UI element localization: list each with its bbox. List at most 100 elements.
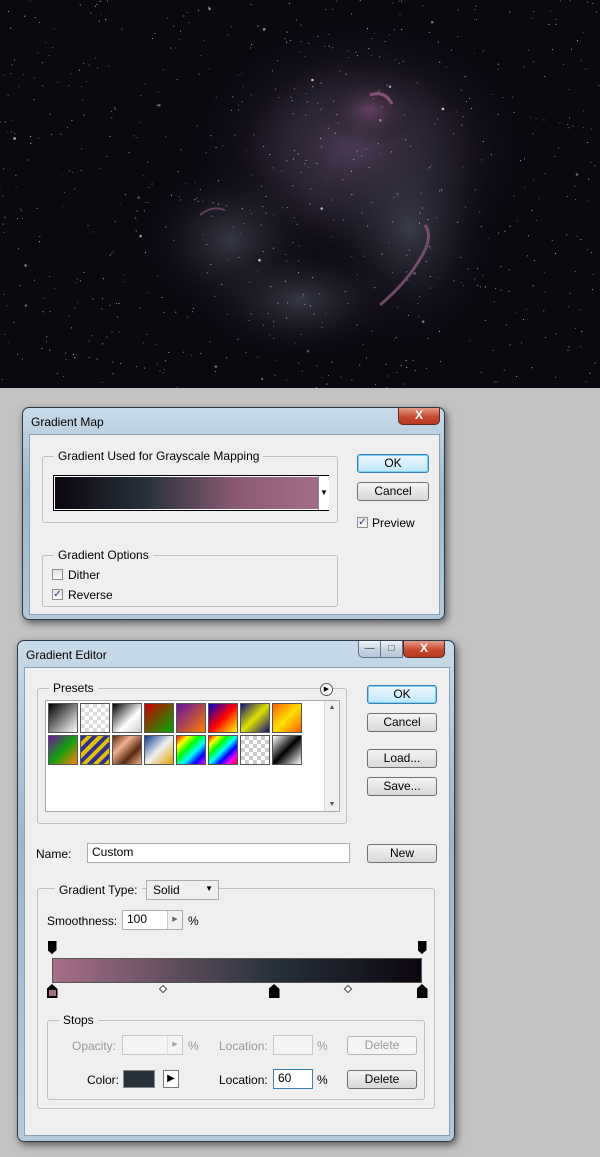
preset-swatch[interactable] — [48, 735, 78, 765]
star — [572, 125, 574, 127]
presets-menu-icon[interactable]: ▶ — [320, 683, 333, 696]
star — [42, 85, 44, 87]
star — [257, 356, 259, 358]
opacity-location-input[interactable] — [273, 1035, 313, 1055]
gradient-bar[interactable] — [52, 958, 422, 983]
midpoint-diamond[interactable] — [158, 984, 168, 994]
star — [554, 376, 557, 378]
preset-swatch[interactable] — [272, 703, 302, 733]
load-button[interactable]: Load... — [367, 749, 437, 768]
gradient-type-select[interactable]: Solid ▼ — [146, 880, 219, 900]
star — [120, 363, 122, 365]
preset-swatch[interactable] — [240, 735, 270, 765]
opacity-stop[interactable] — [47, 941, 57, 954]
gradient-type-value: Solid — [153, 883, 180, 897]
star — [524, 186, 526, 188]
color-stop[interactable] — [416, 984, 428, 998]
star — [351, 379, 353, 381]
smoothness-arrow-icon[interactable]: ▶ — [167, 911, 182, 929]
opacity-arrow-icon[interactable]: ▶ — [167, 1036, 182, 1054]
star — [306, 101, 308, 103]
reverse-checkbox[interactable]: ✓ — [52, 589, 63, 600]
star — [90, 12, 92, 14]
opacity-input[interactable]: ▶ — [122, 1035, 183, 1055]
save-button[interactable]: Save... — [367, 777, 437, 796]
color-menu-icon[interactable]: ▶ — [163, 1070, 179, 1088]
cancel-button[interactable]: Cancel — [367, 713, 437, 732]
star — [374, 287, 376, 289]
star — [368, 48, 370, 50]
midpoint-diamond[interactable] — [343, 984, 353, 994]
preview-checkbox[interactable]: ✓ — [357, 517, 368, 528]
preset-swatch[interactable] — [112, 735, 142, 765]
star — [395, 336, 397, 338]
star — [588, 178, 590, 180]
color-location-percent: % — [317, 1073, 328, 1087]
star — [105, 18, 107, 20]
gradient-preview[interactable] — [53, 475, 329, 511]
ok-button[interactable]: OK — [367, 685, 437, 704]
preset-swatch[interactable] — [80, 703, 110, 733]
nebula-photo — [0, 0, 600, 388]
star — [519, 160, 522, 162]
star — [17, 218, 19, 220]
star — [505, 324, 508, 326]
star — [282, 207, 284, 209]
cancel-button[interactable]: Cancel — [357, 482, 429, 501]
scroll-down-icon[interactable]: ▼ — [325, 801, 339, 808]
preset-swatch[interactable] — [240, 703, 270, 733]
gradient-edit-area — [46, 938, 428, 1004]
star — [469, 97, 471, 99]
star — [406, 254, 408, 256]
preset-swatch[interactable] — [80, 735, 110, 765]
dither-checkbox[interactable] — [52, 569, 63, 580]
close-button[interactable]: X — [403, 641, 445, 658]
preset-swatch[interactable] — [208, 735, 238, 765]
new-button[interactable]: New — [367, 844, 437, 863]
color-delete-button[interactable]: Delete — [347, 1070, 417, 1089]
presets-scrollbar[interactable]: ▲ ▼ — [324, 701, 339, 811]
color-stop[interactable] — [46, 984, 58, 998]
star — [592, 2, 594, 5]
star — [320, 137, 322, 139]
maximize-button[interactable]: □ — [380, 641, 403, 658]
star — [234, 134, 236, 136]
minimize-button[interactable]: — — [358, 641, 381, 658]
color-swatch[interactable] — [123, 1070, 155, 1088]
star — [112, 361, 114, 363]
star — [526, 255, 529, 257]
preset-swatch[interactable] — [176, 703, 206, 733]
name-input[interactable]: Custom — [87, 843, 350, 863]
preset-swatch[interactable] — [144, 735, 174, 765]
star — [113, 251, 115, 253]
ok-button[interactable]: OK — [357, 454, 429, 473]
star — [262, 206, 264, 208]
preset-swatch[interactable] — [112, 703, 142, 733]
star — [274, 374, 276, 376]
smoothness-input[interactable]: 100 ▶ — [122, 910, 183, 930]
star — [592, 273, 594, 276]
scroll-up-icon[interactable]: ▲ — [325, 704, 339, 711]
star — [159, 370, 161, 372]
opacity-stop[interactable] — [417, 941, 427, 954]
opacity-delete-button[interactable]: Delete — [347, 1036, 417, 1055]
gradient-dropdown-arrow[interactable]: ▼ — [318, 476, 329, 510]
preset-swatch[interactable] — [272, 735, 302, 765]
star — [533, 179, 535, 182]
star — [393, 29, 396, 31]
color-stop[interactable] — [268, 984, 280, 998]
preset-swatch[interactable] — [208, 703, 238, 733]
star — [566, 195, 568, 197]
preset-swatch[interactable] — [144, 703, 174, 733]
star — [304, 163, 306, 165]
preset-swatch[interactable] — [48, 703, 78, 733]
preset-swatch[interactable] — [176, 735, 206, 765]
star — [11, 131, 13, 133]
star — [173, 25, 175, 27]
star — [124, 194, 126, 196]
close-button[interactable]: X — [398, 408, 440, 425]
star — [419, 296, 421, 298]
star — [156, 104, 158, 106]
star — [226, 313, 228, 315]
color-location-input[interactable]: 60 — [273, 1069, 313, 1089]
